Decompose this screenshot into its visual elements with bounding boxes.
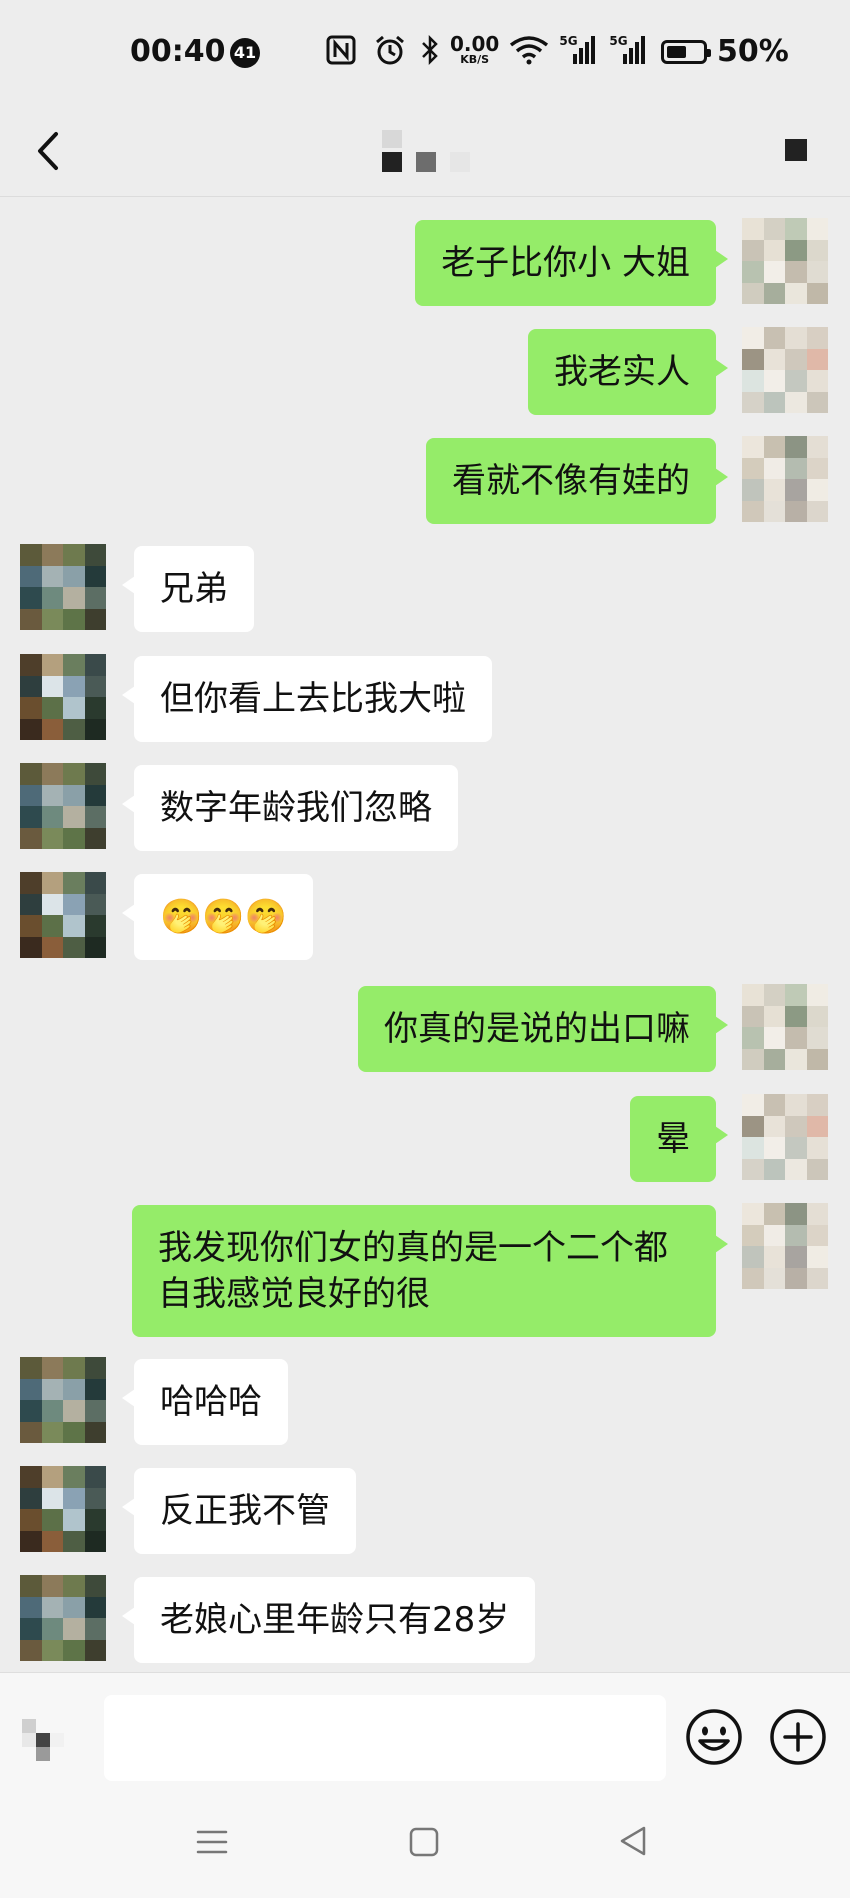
nfc-icon	[326, 35, 356, 65]
avatar[interactable]	[20, 1466, 106, 1552]
chat-header	[0, 108, 850, 197]
bluetooth-icon	[422, 34, 438, 66]
menu-icon[interactable]	[194, 1824, 230, 1860]
avatar[interactable]	[742, 436, 828, 522]
chat-title-obscured	[382, 130, 470, 172]
plus-circle-icon[interactable]	[768, 1707, 828, 1767]
avatar[interactable]	[20, 763, 106, 849]
message-bubble-sent[interactable]: 老子比你小 大姐	[415, 220, 728, 306]
message-input[interactable]	[104, 1695, 666, 1781]
message-bubble-sent[interactable]: 我发现你们女的真的是一个二个都自我感觉良好的很	[132, 1205, 728, 1337]
chevron-left-icon[interactable]	[30, 126, 70, 176]
clock: 00:40	[130, 34, 226, 69]
avatar[interactable]	[742, 1094, 828, 1180]
home-square-icon[interactable]	[406, 1824, 442, 1860]
avatar[interactable]	[20, 1357, 106, 1443]
emoji-icon[interactable]	[684, 1707, 744, 1767]
avatar[interactable]	[742, 327, 828, 413]
battery-percent: 50%	[717, 34, 789, 69]
avatar[interactable]	[742, 1203, 828, 1289]
net-speed: 0.00 KB/S	[450, 32, 500, 66]
wifi-icon	[510, 36, 549, 65]
voice-icon[interactable]	[18, 1715, 72, 1769]
message-bubble-received[interactable]: 哈哈哈	[122, 1359, 288, 1445]
message-bubble-sent[interactable]: 看就不像有娃的	[426, 438, 728, 524]
avatar[interactable]	[742, 984, 828, 1070]
avatar[interactable]	[742, 218, 828, 304]
message-bubble-sent[interactable]: 晕	[630, 1096, 728, 1182]
status-bar: 00:40 41 0.00 KB/S 5G 5G 50%	[0, 0, 850, 108]
message-bubble-received[interactable]: 🤭🤭🤭	[121, 874, 314, 960]
alarm-icon	[376, 35, 404, 65]
avatar[interactable]	[20, 544, 106, 630]
message-list: 老子比你小 大姐 我老实人 看就不像有娃的 兄弟 但你看上去比我大啦 数字年龄我…	[0, 197, 850, 1672]
status-icons: 0.00 KB/S 5G 5G	[326, 34, 649, 66]
message-bubble-received[interactable]: 反正我不管	[122, 1468, 356, 1554]
signal-icon: 5G	[609, 34, 649, 66]
more-icon[interactable]	[785, 139, 807, 161]
message-bubble-sent[interactable]: 我老实人	[528, 329, 728, 415]
battery-icon	[661, 40, 711, 64]
back-triangle-icon[interactable]	[614, 1822, 652, 1860]
message-bubble-received[interactable]: 但你看上去比我大啦	[122, 656, 492, 742]
input-bar	[0, 1672, 850, 1807]
avatar[interactable]	[20, 654, 106, 740]
avatar[interactable]	[20, 872, 106, 958]
notification-badge: 41	[230, 38, 260, 68]
signal-icon: 5G	[559, 34, 599, 66]
message-bubble-sent[interactable]: 你真的是说的出口嘛	[358, 986, 728, 1072]
message-bubble-received[interactable]: 兄弟	[122, 546, 254, 632]
avatar[interactable]	[20, 1575, 106, 1661]
message-bubble-received[interactable]: 数字年龄我们忽略	[122, 765, 458, 851]
system-nav-bar	[0, 1806, 850, 1898]
message-bubble-received[interactable]: 老娘心里年龄只有28岁	[121, 1577, 536, 1663]
